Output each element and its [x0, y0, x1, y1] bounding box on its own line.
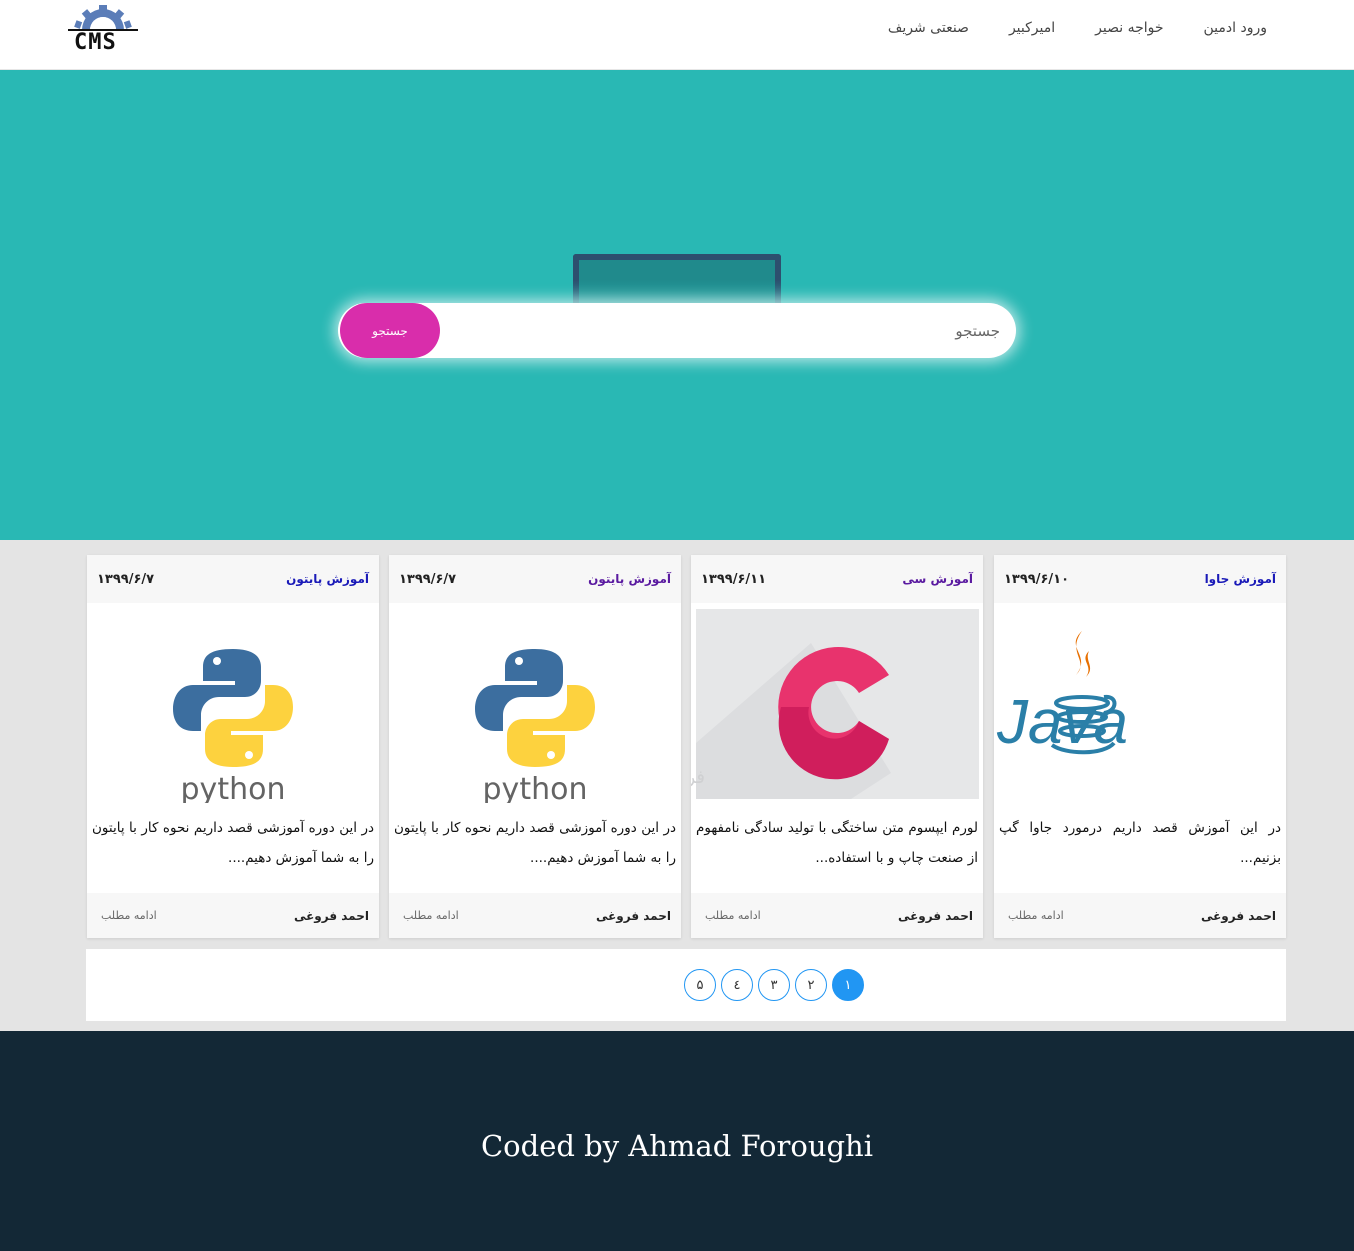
read-more-link[interactable]: ادامه مطلب [101, 909, 157, 922]
page-button-5[interactable]: ۵ [684, 969, 716, 1001]
card-excerpt: در این دوره آموزشی قصد داریم نحوه کار با… [394, 820, 676, 866]
page-button-4[interactable]: ٤ [721, 969, 753, 1001]
nav-item-admin-login[interactable]: ورود ادمین [1204, 20, 1267, 36]
card-footer: احمد فروغی ادامه مطلب [87, 893, 379, 938]
card-date: ۱۳۹۹/۶/۷ [97, 571, 155, 587]
post-card: آموزش پایتون ۱۳۹۹/۶/۷ python در این دوره… [87, 555, 379, 938]
card-footer: احمد فروغی ادامه مطلب [389, 893, 681, 938]
nav-item-amirkabir[interactable]: امیرکبیر [1009, 20, 1055, 36]
python-logo-image[interactable]: python [87, 603, 379, 807]
python-logo-image[interactable]: python [389, 603, 681, 807]
card-header: آموزش جاوا ۱۳۹۹/۶/۱۰ [994, 555, 1286, 603]
python-logo-text: python [483, 772, 588, 803]
card-author: احمد فروغی [897, 908, 973, 923]
java-logo-icon: Java [996, 631, 1128, 757]
python-logo-text: python [181, 772, 286, 803]
card-excerpt: لورم ایپسوم متن ساختگی با تولید سادگی نا… [696, 820, 978, 866]
logo-text: CMS [74, 30, 117, 55]
cms-logo[interactable]: CMS [66, 4, 140, 58]
card-header: آموزش سی ۱۳۹۹/۶/۱۱ [691, 555, 983, 603]
nav-item-sharif[interactable]: صنعتی شریف [888, 20, 969, 36]
read-more-link[interactable]: ادامه مطلب [403, 909, 459, 922]
search-bar: جستجو [338, 303, 1016, 358]
post-card: آموزش جاوا ۱۳۹۹/۶/۱۰ Java در این آموزش ق… [994, 555, 1286, 938]
card-excerpt: در این دوره آموزشی قصد داریم نحوه کار با… [92, 820, 374, 866]
python-logo-icon: python [475, 649, 595, 807]
page-button-1[interactable]: ۱ [832, 969, 864, 1001]
c-logo-icon: فرادرس [643, 609, 979, 799]
page-list: ۱ ۲ ۳ ٤ ۵ [684, 969, 864, 1001]
search-button[interactable]: جستجو [340, 303, 440, 358]
card-footer: احمد فروغی ادامه مطلب [994, 893, 1286, 938]
page-footer: Coded by Ahmad Foroughi [0, 1031, 1354, 1251]
java-logo-text: Java [996, 688, 1128, 757]
card-excerpt: در این آموزش قصد داریم درمورد جاوا گپ بز… [999, 820, 1281, 866]
card-author: احمد فروغی [595, 908, 671, 923]
read-more-link[interactable]: ادامه مطلب [1008, 909, 1064, 922]
card-date: ۱۳۹۹/۶/۱۱ [701, 571, 767, 587]
card-category[interactable]: آموزش پایتون [286, 572, 369, 586]
read-more-link[interactable]: ادامه مطلب [705, 909, 761, 922]
nav-item-khajeh-nasir[interactable]: خواجه نصیر [1095, 20, 1163, 36]
card-category[interactable]: آموزش جاوا [1205, 572, 1276, 586]
hero-banner: جستجو [0, 70, 1354, 540]
pagination-bar: ۱ ۲ ۳ ٤ ۵ [86, 949, 1286, 1021]
card-date: ۱۳۹۹/۶/۱۰ [1004, 571, 1070, 587]
footer-credit: Coded by Ahmad Foroughi [480, 1129, 874, 1163]
java-logo-image[interactable]: Java [994, 603, 1286, 803]
post-card: آموزش پایتون ۱۳۹۹/۶/۷ python در این دوره… [389, 555, 681, 938]
search-input[interactable] [446, 303, 1016, 358]
card-category[interactable]: آموزش سی [902, 572, 973, 586]
card-author: احمد فروغی [293, 908, 369, 923]
page-button-3[interactable]: ۳ [758, 969, 790, 1001]
card-author: احمد فروغی [1200, 908, 1276, 923]
card-date: ۱۳۹۹/۶/۷ [399, 571, 457, 587]
page-button-2[interactable]: ۲ [795, 969, 827, 1001]
post-card: آموزش سی ۱۳۹۹/۶/۱۱ فرادرس لورم ایپسوم مت… [643, 555, 983, 938]
card-category[interactable]: آموزش پایتون [588, 572, 671, 586]
watermark-text: فرادرس [691, 767, 705, 788]
card-header: آموزش پایتون ۱۳۹۹/۶/۷ [87, 555, 379, 603]
main-nav: صنعتی شریف امیرکبیر خواجه نصیر ورود ادمی… [888, 20, 1267, 36]
python-logo-icon: python [173, 649, 293, 807]
card-header: آموزش پایتون ۱۳۹۹/۶/۷ [389, 555, 681, 603]
c-logo-image[interactable]: فرادرس [643, 603, 983, 803]
top-navbar: CMS صنعتی شریف امیرکبیر خواجه نصیر ورود … [0, 0, 1354, 70]
card-footer: احمد فروغی ادامه مطلب [691, 893, 983, 938]
